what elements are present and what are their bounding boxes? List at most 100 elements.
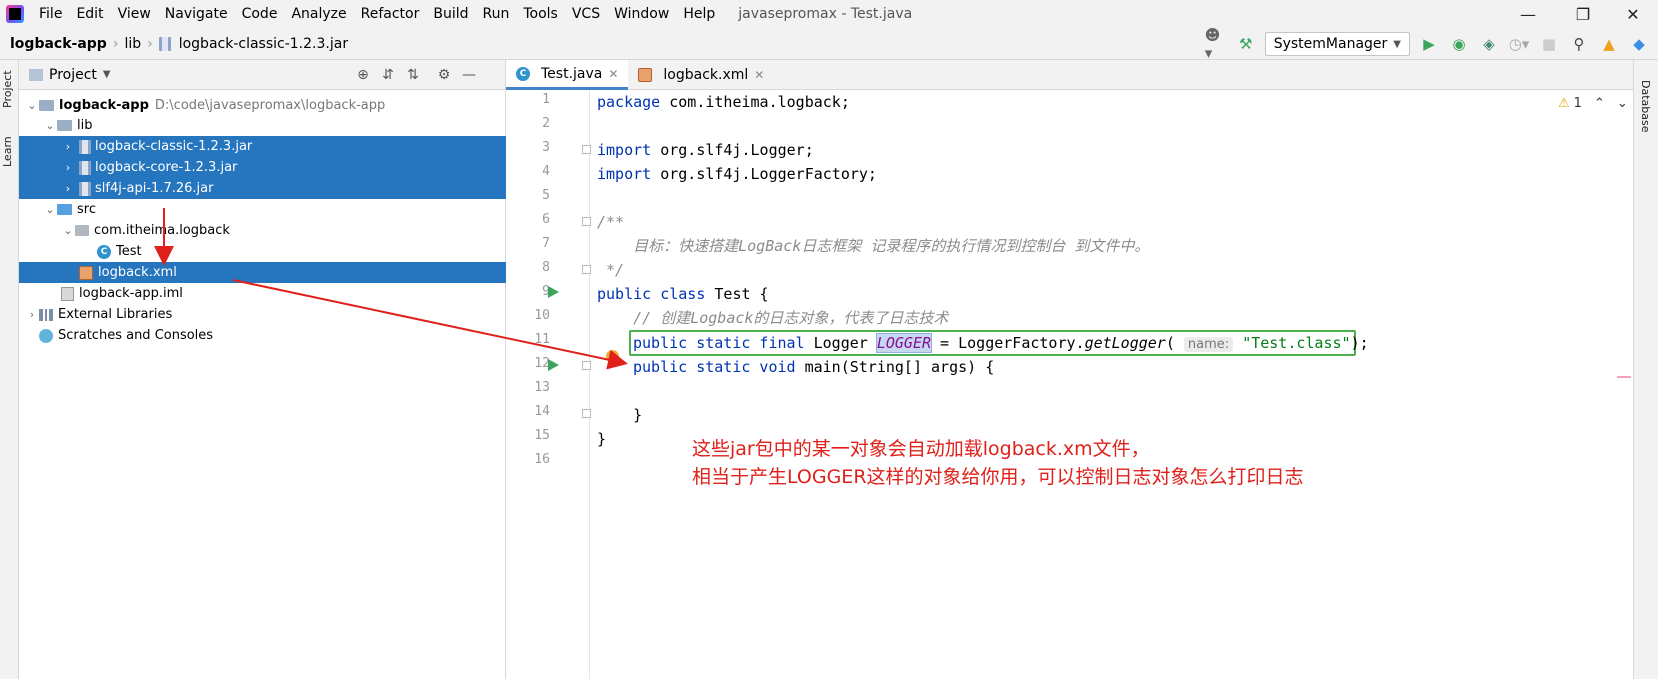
tree-item-scratches[interactable]: Scratches and Consoles xyxy=(19,325,506,346)
tree-item-src[interactable]: ⌄ src xyxy=(19,199,506,220)
chevron-right-icon[interactable]: › xyxy=(25,308,39,321)
minimize-icon[interactable]: — xyxy=(1505,0,1551,28)
chevron-down-icon[interactable]: ⌄ xyxy=(43,119,57,132)
fold-icon[interactable] xyxy=(582,409,591,418)
stop-icon[interactable]: ■ xyxy=(1538,33,1560,55)
tree-item-path: D:\code\javasepromax\logback-app xyxy=(154,98,386,113)
chevron-up-icon[interactable]: ⌃ xyxy=(1594,96,1605,111)
locate-icon[interactable]: ⊕ xyxy=(352,64,374,86)
chevron-down-icon[interactable]: ⌄ xyxy=(25,99,39,112)
lightbulb-icon[interactable] xyxy=(606,350,619,363)
menu-vcs[interactable]: VCS xyxy=(565,0,607,28)
chevron-right-icon[interactable]: › xyxy=(61,140,75,153)
close-tab-icon[interactable]: ✕ xyxy=(608,67,618,81)
inspection-widget[interactable]: ⚠ 1 ⌃ ⌄ xyxy=(1558,96,1628,111)
chevron-down-icon[interactable]: ⌄ xyxy=(61,224,75,237)
breadcrumb-jar[interactable]: logback-classic-1.2.3.jar xyxy=(175,36,352,52)
tree-item-lib[interactable]: ⌄ lib xyxy=(19,115,506,136)
menu-file[interactable]: File xyxy=(32,0,69,28)
fold-icon[interactable] xyxy=(582,361,591,370)
chevron-right-icon[interactable]: › xyxy=(61,182,75,195)
update-icon[interactable]: ▲ xyxy=(1598,33,1620,55)
tree-item-logback-classic-jar[interactable]: › logback-classic-1.2.3.jar xyxy=(19,136,506,157)
gear-icon[interactable]: ⚙ xyxy=(433,64,455,86)
tree-item-label: logback.xml xyxy=(98,265,177,280)
line-number: 15 xyxy=(534,428,550,443)
breadcrumb-project[interactable]: logback-app xyxy=(6,36,111,52)
chevron-down-icon[interactable]: ▼ xyxy=(103,69,111,80)
build-hammer-icon[interactable]: ⚒ xyxy=(1235,33,1257,55)
menu-tools[interactable]: Tools xyxy=(516,0,565,28)
error-stripe-mark xyxy=(1617,376,1631,378)
code-text: main(String[] args) { xyxy=(795,358,995,376)
tree-item-slf4j-api-jar[interactable]: › slf4j-api-1.7.26.jar xyxy=(19,178,506,199)
breadcrumb-separator-icon: › xyxy=(147,35,153,52)
chevron-down-icon[interactable]: ⌄ xyxy=(1617,96,1628,111)
code-line-4: import org.slf4j.LoggerFactory; xyxy=(597,162,877,186)
tree-item-iml[interactable]: logback-app.iml xyxy=(19,283,506,304)
restore-icon[interactable]: ❐ xyxy=(1560,0,1606,28)
profile-icon[interactable]: ◷▾ xyxy=(1508,33,1530,55)
close-tab-icon[interactable]: ✕ xyxy=(754,68,764,82)
menu-code[interactable]: Code xyxy=(235,0,285,28)
user-icon[interactable]: ☻▾ xyxy=(1205,26,1227,62)
run-main-icon[interactable] xyxy=(548,359,559,371)
annotation-line-1: 这些jar包中的某一对象会自动加载logback.xm文件， xyxy=(692,438,1150,460)
source-folder-icon xyxy=(57,204,72,215)
tree-item-logback-app[interactable]: ⌄ logback-app D:\code\javasepromax\logba… xyxy=(19,95,506,116)
xml-file-icon xyxy=(79,265,93,280)
code-line-3: import org.slf4j.Logger; xyxy=(597,138,814,162)
java-class-icon: C xyxy=(97,244,111,259)
run-icon[interactable]: ▶ xyxy=(1418,33,1440,55)
menu-edit[interactable]: Edit xyxy=(69,0,110,28)
tree-item-logback-core-jar[interactable]: › logback-core-1.2.3.jar xyxy=(19,157,506,178)
tree-item-package[interactable]: ⌄ com.itheima.logback xyxy=(19,220,506,241)
tree-item-external-libraries[interactable]: › External Libraries xyxy=(19,304,506,325)
code-line-1: package com.itheima.logback; xyxy=(597,90,850,114)
tab-logback-xml[interactable]: logback.xml ✕ xyxy=(628,60,774,90)
menu-analyze[interactable]: Analyze xyxy=(284,0,353,28)
hide-panel-icon[interactable]: — xyxy=(458,64,480,86)
run-config-select[interactable]: SystemManager ▼ xyxy=(1264,32,1410,56)
code-editor[interactable]: package com.itheima.logback; import org.… xyxy=(591,90,1633,679)
menu-navigate[interactable]: Navigate xyxy=(158,0,235,28)
run-class-icon[interactable] xyxy=(548,286,559,298)
tree-item-label: Scratches and Consoles xyxy=(58,328,214,343)
tree-item-label: slf4j-api-1.7.26.jar xyxy=(95,181,214,196)
tab-test-java[interactable]: C Test.java ✕ xyxy=(506,60,629,90)
close-icon[interactable]: ✕ xyxy=(1610,0,1656,28)
tree-item-label: logback-core-1.2.3.jar xyxy=(95,160,238,175)
scratches-icon xyxy=(39,328,53,343)
tree-item-test-class[interactable]: C Test xyxy=(19,241,506,262)
java-class-icon: C xyxy=(516,66,530,81)
jar-icon xyxy=(158,36,171,51)
menu-build[interactable]: Build xyxy=(426,0,475,28)
fold-icon[interactable] xyxy=(582,265,591,274)
fold-icon[interactable] xyxy=(582,217,591,226)
menu-run[interactable]: Run xyxy=(476,0,517,28)
database-tool-tab[interactable]: Database xyxy=(1639,80,1652,133)
menu-view[interactable]: View xyxy=(111,0,158,28)
breadcrumb-lib[interactable]: lib xyxy=(120,36,145,52)
coverage-icon[interactable]: ◈ xyxy=(1478,33,1500,55)
search-icon[interactable]: ⚲ xyxy=(1568,33,1590,55)
project-panel-title[interactable]: Project xyxy=(49,67,97,83)
fold-icon[interactable] xyxy=(582,145,591,154)
menu-window[interactable]: Window xyxy=(607,0,676,28)
jar-icon xyxy=(79,139,91,154)
project-tool-tab[interactable]: Project xyxy=(1,64,18,114)
menu-help[interactable]: Help xyxy=(676,0,722,28)
logger-field[interactable]: LOGGER xyxy=(875,333,933,353)
code-text: ( xyxy=(1165,334,1175,352)
tree-item-logback-xml[interactable]: logback.xml xyxy=(19,262,506,283)
chevron-down-icon[interactable]: ⌄ xyxy=(43,203,57,216)
jetbrains-toolbox-icon[interactable]: ◆ xyxy=(1628,33,1650,55)
menu-refactor[interactable]: Refactor xyxy=(354,0,427,28)
learn-tool-tab[interactable]: Learn xyxy=(1,132,18,172)
line-number: 5 xyxy=(542,188,550,203)
debug-icon[interactable]: ◉ xyxy=(1448,33,1470,55)
expand-all-icon[interactable]: ⇵ xyxy=(377,64,399,86)
chevron-right-icon[interactable]: › xyxy=(61,161,75,174)
collapse-all-icon[interactable]: ⇅ xyxy=(402,64,424,86)
keyword: import xyxy=(597,141,652,159)
